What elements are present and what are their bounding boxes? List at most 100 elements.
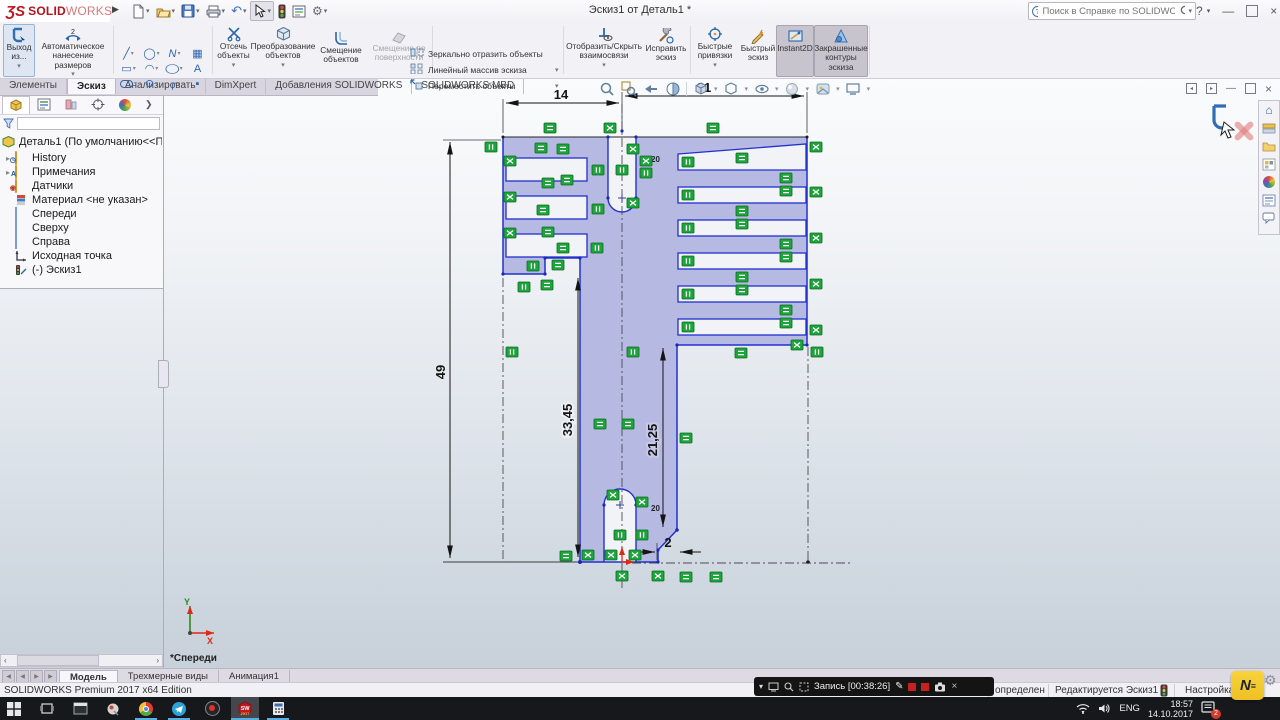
doc-restore-button[interactable] <box>1245 83 1256 94</box>
featuremanager-tab[interactable] <box>2 96 30 114</box>
tree-item-annotations[interactable]: ▸ A Примечания <box>4 165 96 179</box>
pane-horizontal-scrollbar[interactable]: ‹ › <box>0 654 163 667</box>
circle-concentric-tool[interactable]: ⊙▾ <box>140 76 163 91</box>
app-logo[interactable]: ƷS SOLIDWORKS <box>0 0 110 22</box>
tree-item-sketch1[interactable]: (-) Эскиз1 <box>4 263 82 277</box>
telegram-icon[interactable] <box>165 697 193 720</box>
window-controls[interactable]: ? ▾ — × <box>1196 0 1277 22</box>
fillet-tool[interactable]: ╭▾ <box>163 76 186 91</box>
file-explorer-taskbar-icon[interactable] <box>66 697 94 720</box>
recorder-zoom-icon[interactable] <box>784 682 794 692</box>
tree-item-front-plane[interactable]: Спереди <box>4 207 77 221</box>
print-button[interactable]: ▾ <box>204 2 228 20</box>
traffic-light-icon[interactable] <box>276 2 288 20</box>
restore-button[interactable] <box>1246 5 1258 17</box>
dropdown-caret[interactable]: ▾ <box>745 85 749 93</box>
zoom-area-icon[interactable] <box>620 81 637 97</box>
filter-input[interactable] <box>17 117 160 130</box>
dropdown-caret[interactable]: ▾ <box>806 85 810 93</box>
move-entities-button[interactable]: Переместить объекты ▾ <box>410 79 516 93</box>
tree-root[interactable]: Деталь1 (По умолчанию<<По умолчан <box>2 135 162 149</box>
search-icon[interactable] <box>1180 5 1186 17</box>
text-tool[interactable]: A <box>186 61 209 76</box>
pane-left-icon[interactable]: ◂ <box>1186 83 1197 94</box>
scrollbar-thumb[interactable] <box>17 655 99 666</box>
dropdown-caret[interactable]: ▾ <box>836 85 840 93</box>
recorder-menu-caret[interactable]: ▾ <box>759 682 763 691</box>
rapid-sketch-button[interactable]: Быстрый эскиз <box>739 26 777 63</box>
slot-tool[interactable]: ▾ <box>117 76 140 91</box>
point-tool[interactable]: ▪ <box>186 76 209 91</box>
tree-item-history[interactable]: ▸ ◷ History <box>4 151 66 165</box>
help-search[interactable]: ? ▾ <box>1028 2 1196 20</box>
tray-gear-icon[interactable]: ⚙ <box>1264 672 1277 689</box>
dropdown-caret[interactable]: ▾ <box>775 85 779 93</box>
rectangle-tool[interactable]: ▭▾ <box>117 61 140 76</box>
repair-sketch-button[interactable]: Исправить эскиз <box>644 26 688 63</box>
taskbar-clock[interactable]: 18:57 14.10.2017 <box>1148 699 1193 719</box>
instant2d-button[interactable]: Instant2D <box>776 25 814 77</box>
scroll-right-icon[interactable]: › <box>156 656 162 665</box>
tab-features[interactable]: Элементы <box>0 78 67 94</box>
view-settings-icon[interactable] <box>845 81 862 97</box>
task-view-button[interactable] <box>33 697 61 720</box>
trim-entities-button[interactable]: Отсечь объекты ▾ <box>215 24 252 69</box>
ellipse-tool[interactable]: ◯▾ <box>163 61 186 76</box>
offset-entities-button[interactable]: Смещение объектов <box>315 28 367 65</box>
circle-tool[interactable]: ◯▾ <box>140 46 163 61</box>
zoom-fit-icon[interactable] <box>598 81 615 97</box>
open-document-button[interactable]: ▾ <box>154 2 178 20</box>
pane-expand-icon[interactable]: ❯ <box>145 99 153 110</box>
pane-right-icon[interactable]: ▸ <box>1206 83 1217 94</box>
settings-label[interactable]: Настройка <box>1185 685 1234 696</box>
tree-item-origin[interactable]: Исходная точка <box>4 249 112 263</box>
custom-properties-icon[interactable] <box>1261 192 1278 208</box>
dropdown-caret[interactable]: ▾ <box>555 82 559 90</box>
document-window-controls[interactable]: ◂ ▸ — × <box>1186 82 1272 95</box>
calculator-icon[interactable] <box>264 697 292 720</box>
tree-filter-row[interactable] <box>0 115 163 132</box>
configurationmanager-tab[interactable] <box>58 96 84 113</box>
dropdown-caret[interactable]: ▾ <box>71 71 75 79</box>
report-button[interactable] <box>290 2 308 20</box>
logo-expand-icon[interactable]: ▶ <box>112 4 119 15</box>
undo-button[interactable]: ↶▾ <box>229 2 248 20</box>
recorder-camera-icon[interactable] <box>934 682 946 692</box>
displaymanager-tab[interactable] <box>112 96 138 113</box>
dimxpertmanager-tab[interactable] <box>85 96 111 113</box>
recorder-stop-icon[interactable] <box>921 683 929 691</box>
recorder-pause-icon[interactable] <box>908 683 916 691</box>
confirmation-corner[interactable] <box>1204 100 1264 148</box>
arc-tool[interactable]: ◠▾ <box>140 61 163 76</box>
pane-splitter-handle[interactable] <box>158 360 169 388</box>
tree-item-material[interactable]: Материал <не указан> <box>4 193 148 207</box>
solidworks-taskbar-icon[interactable]: SW2017 <box>231 697 259 720</box>
help-button[interactable]: ? <box>1196 4 1203 18</box>
app-icon-misc[interactable] <box>99 697 127 720</box>
wifi-icon[interactable] <box>1076 703 1090 714</box>
linear-pattern-button[interactable]: Линейный массив эскиза ▾ <box>410 63 527 77</box>
tab-sketch[interactable]: Эскиз <box>67 78 116 94</box>
start-button[interactable] <box>0 697 28 720</box>
appearances-icon[interactable] <box>784 81 801 97</box>
view-palette-icon[interactable] <box>1261 156 1278 172</box>
convert-entities-button[interactable]: Преобразование объектов ▾ <box>253 24 313 69</box>
recorder-region-icon[interactable] <box>799 682 809 692</box>
view-orientation-icon[interactable] <box>692 81 709 97</box>
tree-item-sensors[interactable]: ◉ Датчики <box>4 179 73 193</box>
search-caret[interactable]: ▾ <box>1188 7 1192 15</box>
propertymanager-tab[interactable] <box>31 96 57 113</box>
options-button[interactable]: ⚙▾ <box>310 2 329 20</box>
help-caret[interactable]: ▾ <box>1207 7 1211 15</box>
section-view-icon[interactable] <box>664 81 681 97</box>
doc-minimize-button[interactable]: — <box>1226 83 1236 94</box>
mirror-entities-button[interactable]: Зеркально отразить объекты <box>410 47 543 61</box>
recorder-pencil-icon[interactable]: ✎ <box>895 681 903 692</box>
quick-snaps-button[interactable]: Быстрые привязки ▾ <box>693 24 737 69</box>
spline-tool[interactable]: N▾ <box>163 46 186 61</box>
doc-close-button[interactable]: × <box>1265 82 1272 96</box>
feature-manager-tabs[interactable]: ❯ <box>0 95 163 115</box>
action-center-icon[interactable]: 2 <box>1201 701 1216 717</box>
previous-view-icon[interactable] <box>642 81 659 97</box>
dropdown-caret[interactable]: ▾ <box>281 62 285 70</box>
